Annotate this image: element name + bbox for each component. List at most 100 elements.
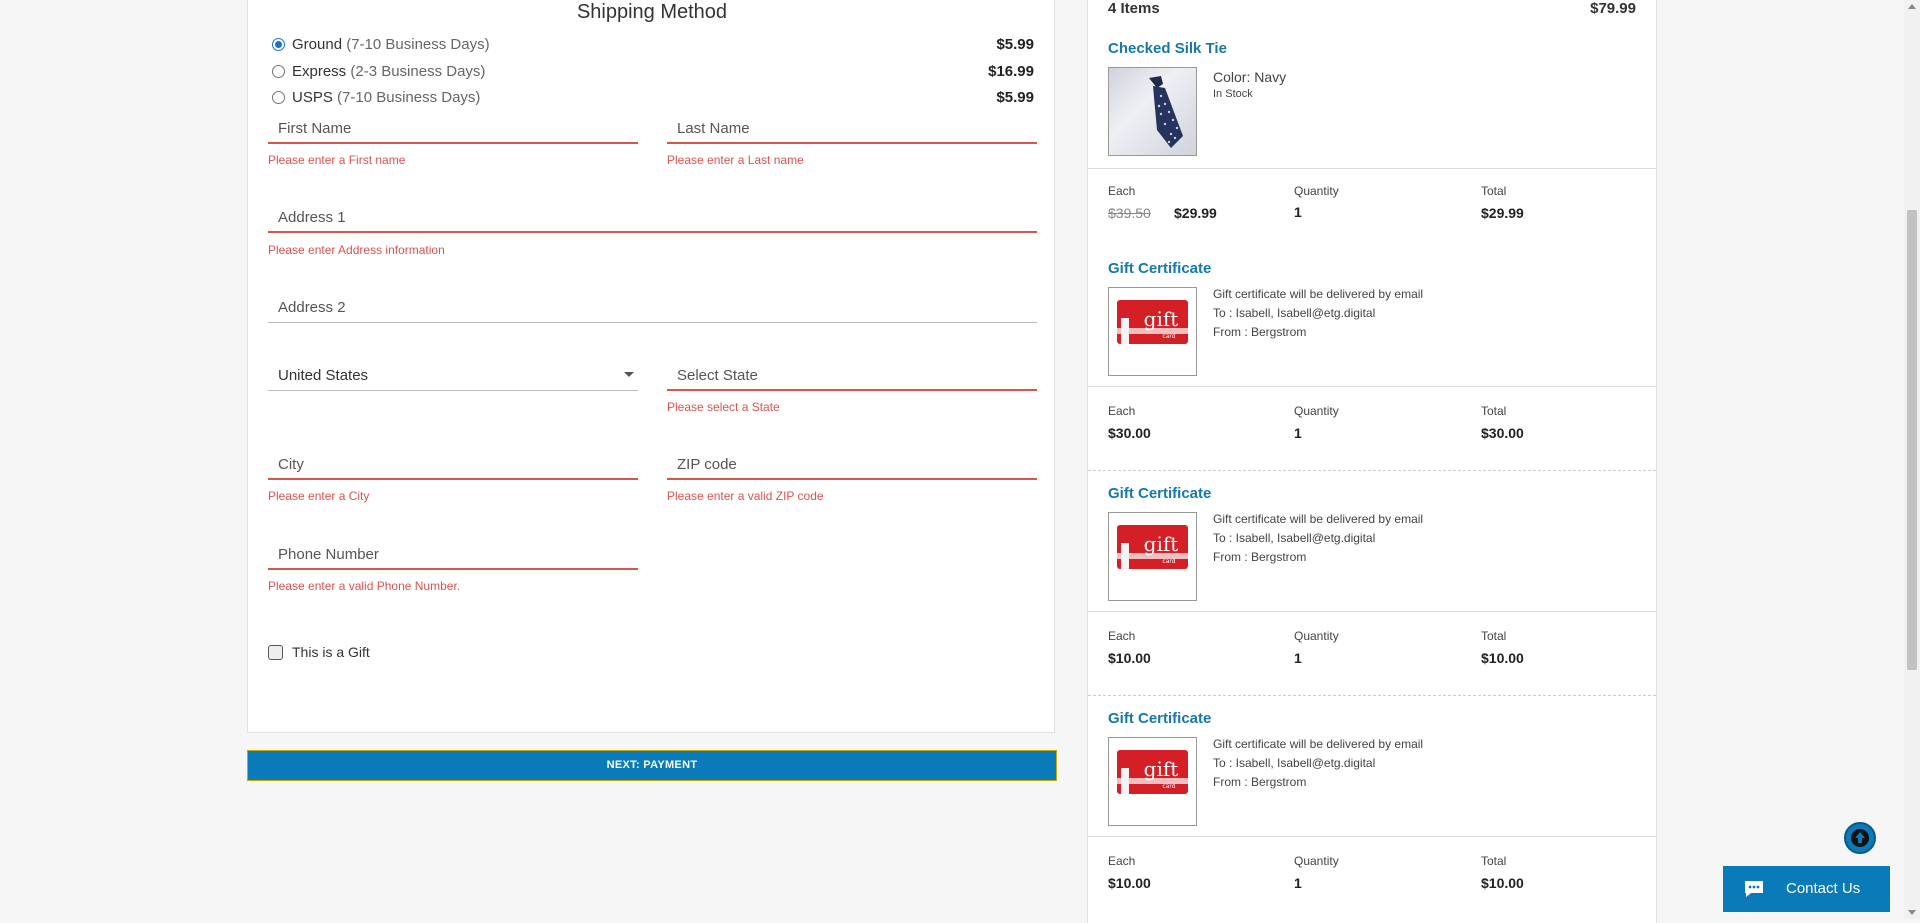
radio-ground[interactable] — [272, 38, 285, 51]
scrollbar-thumb[interactable] — [1907, 210, 1917, 670]
svg-text:card: card — [1162, 333, 1175, 340]
total-label: Total — [1481, 184, 1507, 198]
scroll-down-icon[interactable] — [1908, 910, 1916, 915]
first-name-error: Please enter a First name — [268, 153, 406, 167]
shipping-method-title: Shipping Method — [576, 1, 728, 23]
shipping-option-express[interactable]: Express (2-3 Business Days) $16.99 — [272, 62, 1034, 84]
gift-delivery-line: Gift certificate will be delivered by em… — [1213, 287, 1424, 301]
gift-to-line: To : Isabell, Isabell@etg.digital — [1213, 531, 1376, 545]
radio-usps[interactable] — [272, 91, 285, 104]
gift-card-icon: gift card — [1117, 300, 1188, 344]
each-price: $29.99 — [1174, 205, 1217, 221]
item-description: Gift certificate will be delivered by em… — [1213, 510, 1423, 567]
phone-error: Please enter a valid Phone Number. — [268, 579, 461, 593]
divider — [1088, 470, 1656, 471]
radio-express[interactable] — [272, 65, 285, 78]
state-select[interactable]: Select State — [667, 363, 1037, 391]
zip-placeholder: ZIP code — [677, 456, 737, 473]
state-placeholder: Select State — [677, 367, 758, 384]
contact-us-label: Contact Us — [1786, 880, 1861, 897]
total-label: Total — [1481, 629, 1507, 643]
item-quantity: 1 — [1294, 204, 1302, 220]
each-label: Each — [1108, 629, 1136, 643]
item-quantity: 1 — [1294, 425, 1302, 441]
phone-field[interactable]: Phone Number — [268, 542, 638, 570]
item-stock: In Stock — [1213, 88, 1253, 100]
each-price: $10.00 — [1108, 650, 1151, 666]
item-title-link[interactable]: Gift Certificate — [1108, 710, 1211, 727]
item-total: $30.00 — [1481, 425, 1524, 441]
item-total: $29.99 — [1481, 205, 1524, 221]
state-error: Please select a State — [667, 400, 780, 414]
gift-delivery-line: Gift certificate will be delivered by em… — [1213, 512, 1424, 526]
address1-error: Please enter Address information — [268, 243, 445, 257]
phone-placeholder: Phone Number — [278, 546, 379, 563]
each-price: $30.00 — [1108, 425, 1151, 441]
item-description: Gift certificate will be delivered by em… — [1213, 735, 1423, 792]
total-label: Total — [1481, 854, 1507, 868]
arrow-up-icon — [1851, 829, 1869, 847]
first-name-field[interactable]: First Name — [268, 116, 638, 144]
item-quantity: 1 — [1294, 875, 1302, 891]
city-placeholder: City — [278, 456, 304, 473]
quantity-label: Quantity — [1294, 404, 1339, 418]
zip-error: Please enter a valid ZIP code — [667, 489, 824, 503]
tie-thumbnail[interactable] — [1108, 67, 1197, 156]
shipping-option-usps[interactable]: USPS (7-10 Business Days) $5.99 — [272, 88, 1034, 110]
last-name-field[interactable]: Last Name — [667, 116, 1037, 144]
shipping-option-ground[interactable]: Ground (7-10 Business Days) $5.99 — [272, 35, 1034, 57]
scroll-to-top-button[interactable] — [1844, 822, 1876, 854]
gift-checkbox-label: This is a Gift — [292, 644, 370, 660]
scroll-up-icon[interactable] — [1908, 4, 1916, 9]
gift-card-thumbnail[interactable]: gift card — [1108, 737, 1197, 826]
each-price: $10.00 — [1108, 875, 1151, 891]
shipping-option-name: Express — [292, 63, 347, 80]
shipping-option-name: USPS — [292, 89, 333, 106]
each-label: Each — [1108, 404, 1136, 418]
last-name-placeholder: Last Name — [677, 120, 750, 137]
order-summary-panel: 4 Items $79.99 Checked Silk Tie Color: N… — [1087, 0, 1657, 923]
city-field[interactable]: City — [268, 452, 638, 480]
shipping-option-name: Ground — [292, 36, 343, 53]
item-title-link[interactable]: Gift Certificate — [1108, 485, 1211, 502]
city-error: Please enter a City — [268, 489, 370, 503]
item-count: 4 Items — [1108, 0, 1160, 17]
quantity-label: Quantity — [1294, 184, 1339, 198]
svg-text:gift: gift — [1144, 307, 1179, 331]
shipping-option-detail: (7-10 Business Days) — [346, 36, 490, 53]
svg-text:card: card — [1162, 783, 1175, 790]
contact-us-button[interactable]: Contact Us — [1723, 866, 1890, 912]
last-name-error: Please enter a Last name — [667, 153, 804, 167]
item-title-link[interactable]: Gift Certificate — [1108, 260, 1211, 277]
gift-card-icon: gift card — [1117, 525, 1188, 569]
address1-placeholder: Address 1 — [278, 209, 346, 226]
item-description: Gift certificate will be delivered by em… — [1213, 285, 1423, 342]
address1-field[interactable]: Address 1 — [268, 205, 1037, 233]
address2-placeholder: Address 2 — [278, 299, 346, 316]
item-quantity: 1 — [1294, 650, 1302, 666]
gift-from-line: From : Bergstrom — [1213, 550, 1307, 564]
each-label: Each — [1108, 854, 1136, 868]
address2-field[interactable]: Address 2 — [268, 295, 1037, 323]
zip-field[interactable]: ZIP code — [667, 452, 1037, 480]
item-total: $10.00 — [1481, 875, 1524, 891]
gift-checkbox[interactable] — [268, 645, 283, 660]
shipping-option-price: $5.99 — [996, 36, 1034, 53]
page-scrollbar[interactable] — [1904, 0, 1920, 919]
gift-to-line: To : Isabell, Isabell@etg.digital — [1213, 306, 1376, 320]
divider — [1088, 386, 1656, 387]
gift-card-icon: gift card — [1117, 750, 1188, 794]
svg-text:gift: gift — [1144, 532, 1179, 556]
chat-icon — [1745, 881, 1763, 897]
gift-from-line: From : Bergstrom — [1213, 325, 1307, 339]
item-total: $10.00 — [1481, 650, 1524, 666]
item-title-link[interactable]: Checked Silk Tie — [1108, 40, 1227, 57]
gift-card-thumbnail[interactable]: gift card — [1108, 287, 1197, 376]
country-value: United States — [278, 367, 369, 384]
next-payment-button[interactable]: NEXT: PAYMENT — [247, 750, 1057, 781]
chevron-down-icon — [624, 372, 634, 377]
gift-card-thumbnail[interactable]: gift card — [1108, 512, 1197, 601]
shipping-option-detail: (2-3 Business Days) — [350, 63, 486, 80]
country-select[interactable]: United States — [268, 363, 638, 391]
shipping-option-price: $5.99 — [996, 89, 1034, 106]
